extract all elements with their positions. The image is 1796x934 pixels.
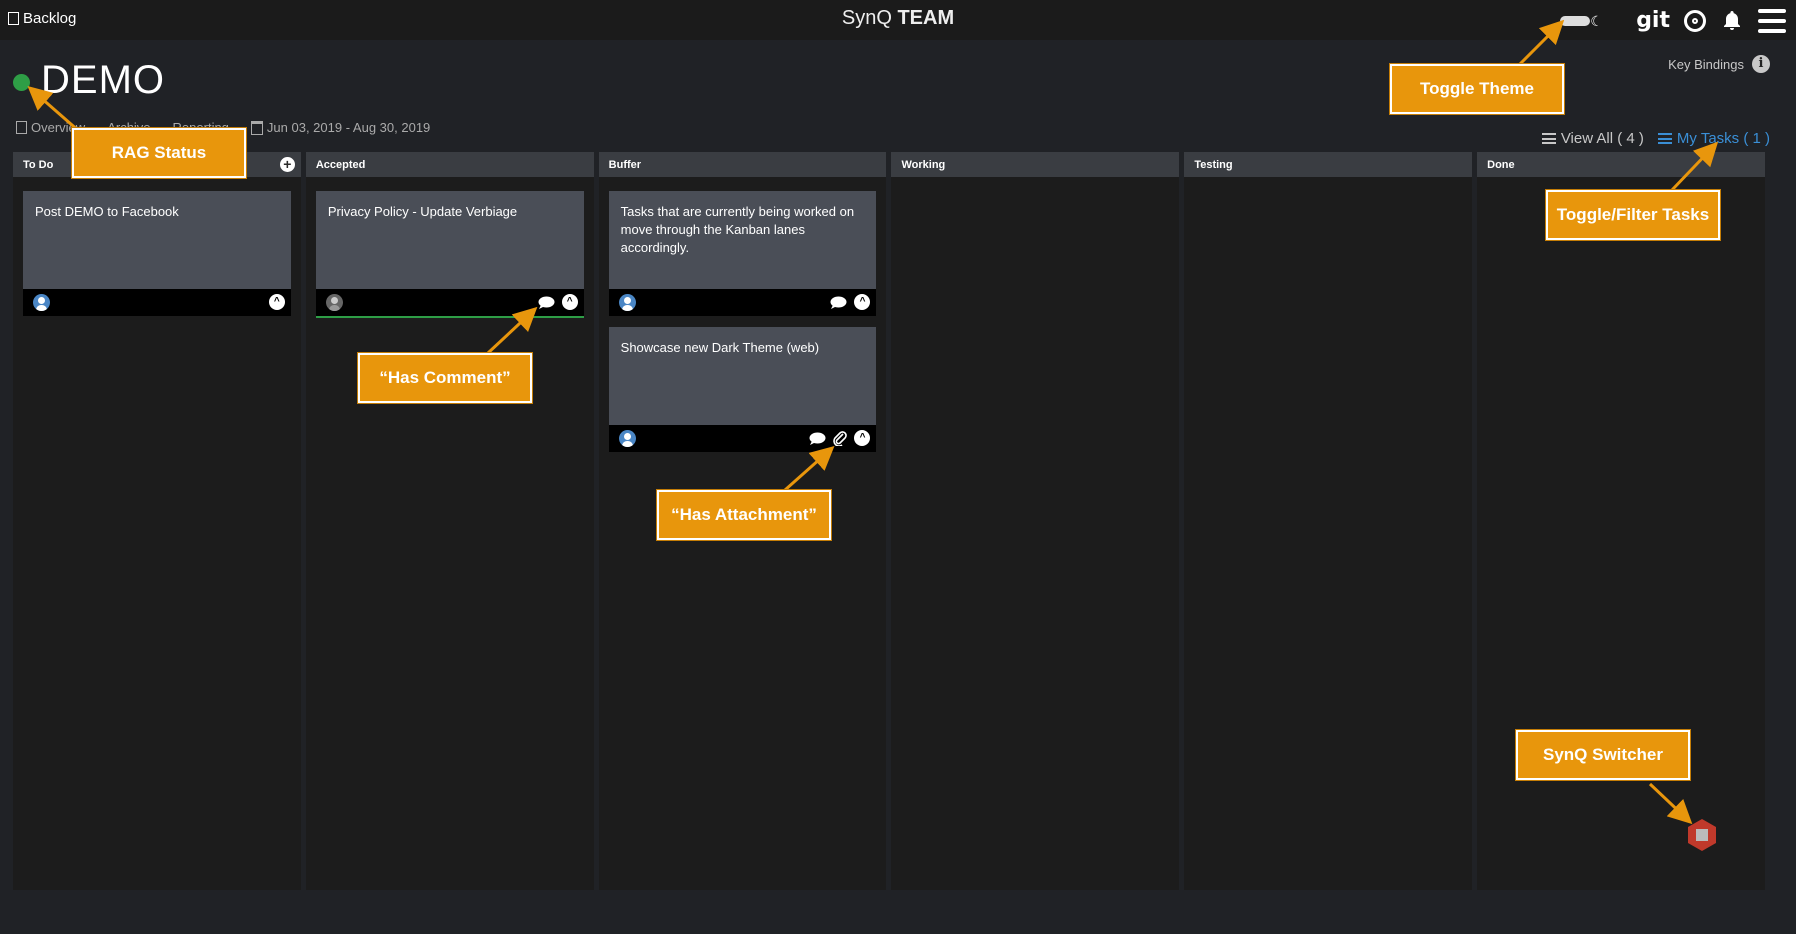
date-range: Jun 03, 2019 - Aug 30, 2019 bbox=[250, 120, 431, 135]
kanban-board: To Do + Post DEMO to Facebook ^ Accepted… bbox=[13, 152, 1765, 890]
bell-icon[interactable] bbox=[1720, 9, 1744, 33]
lane-header: Accepted bbox=[305, 152, 594, 177]
task-title: Tasks that are currently being worked on… bbox=[620, 204, 855, 255]
add-task-button[interactable]: + bbox=[279, 157, 295, 172]
git-icon[interactable]: git bbox=[1636, 8, 1670, 33]
lane-accepted: Accepted Privacy Policy - Update Verbiag… bbox=[305, 152, 594, 890]
app-title-team: TEAM bbox=[897, 7, 955, 29]
task-card[interactable]: Showcase new Dark Theme (web) ^ bbox=[608, 327, 877, 452]
task-footer: ^ bbox=[315, 289, 584, 318]
callout-toggle-filter: Toggle/Filter Tasks bbox=[1546, 190, 1720, 240]
list-icon bbox=[1541, 133, 1556, 144]
callout-has-comment: “Has Comment” bbox=[358, 353, 532, 403]
task-footer: ^ bbox=[23, 289, 291, 316]
backlog-link[interactable]: Backlog bbox=[8, 10, 76, 27]
sync-icon[interactable] bbox=[1684, 9, 1706, 32]
app-title-synq: SynQ bbox=[841, 7, 892, 29]
document-icon bbox=[16, 121, 27, 134]
avatar[interactable] bbox=[618, 294, 636, 311]
avatar[interactable] bbox=[325, 294, 343, 311]
lane-header: Buffer bbox=[598, 152, 887, 177]
comment-icon[interactable] bbox=[830, 296, 847, 309]
task-footer: ^ bbox=[608, 425, 877, 452]
view-all-label: View All ( 4 ) bbox=[1560, 130, 1644, 147]
toggle-track bbox=[1560, 15, 1591, 26]
lane-header: Done bbox=[1477, 152, 1765, 177]
rag-status-indicator[interactable] bbox=[13, 74, 30, 91]
task-card[interactable]: Tasks that are currently being worked on… bbox=[608, 191, 877, 316]
chevron-up-icon[interactable]: ^ bbox=[854, 430, 871, 446]
lane-header: Working bbox=[891, 152, 1180, 177]
lane-label: Accepted bbox=[315, 158, 366, 171]
lane-working: Working bbox=[891, 152, 1180, 890]
lane-label: Buffer bbox=[608, 158, 642, 171]
lane-todo: To Do + Post DEMO to Facebook ^ bbox=[13, 152, 301, 890]
task-footer: ^ bbox=[608, 289, 877, 316]
chevron-up-icon[interactable]: ^ bbox=[854, 294, 871, 310]
project-title: DEMO bbox=[41, 58, 165, 102]
menu-icon[interactable] bbox=[1758, 8, 1786, 33]
synq-switcher-button[interactable] bbox=[1685, 818, 1719, 852]
lane-label: Done bbox=[1487, 158, 1515, 171]
view-all-filter[interactable]: View All ( 4 ) bbox=[1541, 130, 1644, 147]
key-bindings-link[interactable]: Key Bindings i bbox=[1668, 55, 1770, 73]
lane-label: To Do bbox=[23, 158, 54, 171]
comment-icon[interactable] bbox=[809, 432, 826, 445]
theme-toggle[interactable]: ☾ bbox=[1560, 13, 1604, 29]
paperclip-icon[interactable] bbox=[833, 430, 848, 446]
callout-synq-switcher: SynQ Switcher bbox=[1516, 730, 1690, 780]
lane-label: Testing bbox=[1194, 158, 1233, 171]
backlog-label: Backlog bbox=[23, 10, 77, 27]
callout-toggle-theme: Toggle Theme bbox=[1390, 64, 1564, 114]
avatar[interactable] bbox=[33, 294, 50, 311]
callout-has-attachment: “Has Attachment” bbox=[657, 490, 831, 540]
key-bindings-label: Key Bindings bbox=[1668, 56, 1744, 72]
comment-icon[interactable] bbox=[538, 296, 555, 309]
lane-label: Working bbox=[901, 158, 946, 171]
moon-icon: ☾ bbox=[1590, 12, 1603, 29]
task-card[interactable]: Post DEMO to Facebook ^ bbox=[23, 191, 291, 316]
task-filters: View All ( 4 ) My Tasks ( 1 ) bbox=[1541, 130, 1770, 147]
task-title: Privacy Policy - Update Verbiage bbox=[327, 204, 518, 219]
date-range-label: Jun 03, 2019 - Aug 30, 2019 bbox=[266, 120, 431, 135]
list-icon bbox=[1657, 133, 1672, 144]
my-tasks-label: My Tasks ( 1 ) bbox=[1676, 130, 1770, 147]
lane-header: Testing bbox=[1184, 152, 1473, 177]
task-title: Showcase new Dark Theme (web) bbox=[620, 340, 820, 355]
top-bar: Backlog SynQ TEAM ☾ git bbox=[0, 0, 1796, 40]
task-title: Post DEMO to Facebook bbox=[35, 204, 179, 219]
chevron-up-icon[interactable]: ^ bbox=[561, 294, 578, 310]
avatar[interactable] bbox=[618, 430, 636, 447]
callout-rag-status: RAG Status bbox=[72, 128, 246, 178]
info-icon: i bbox=[1752, 55, 1770, 73]
task-card[interactable]: Privacy Policy - Update Verbiage ^ bbox=[315, 191, 584, 318]
calendar-icon bbox=[250, 120, 263, 135]
app-title: SynQ TEAM bbox=[0, 7, 1796, 30]
document-icon bbox=[8, 12, 19, 25]
my-tasks-filter[interactable]: My Tasks ( 1 ) bbox=[1657, 130, 1770, 147]
chevron-up-icon[interactable]: ^ bbox=[268, 294, 285, 310]
lane-testing: Testing bbox=[1184, 152, 1473, 890]
